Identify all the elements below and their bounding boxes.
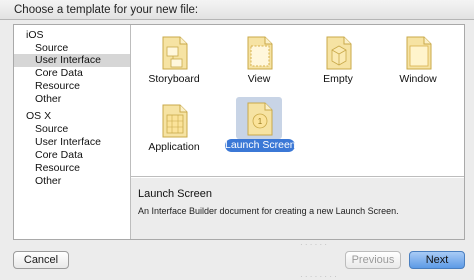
previous-button[interactable]: Previous	[345, 251, 401, 269]
template-empty[interactable]: Empty	[302, 31, 374, 93]
svg-text:1: 1	[258, 117, 263, 126]
background-ghost-text: · · · · · · · ·	[300, 272, 337, 280]
sidebar-item-ios-user-interface[interactable]: User Interface	[14, 54, 130, 67]
cancel-button-label: Cancel	[23, 254, 59, 266]
dialog-header: Choose a template for your new file:	[0, 0, 474, 20]
template-application[interactable]: Application	[138, 99, 210, 161]
template-label: Empty	[323, 73, 353, 85]
next-button[interactable]: Next	[409, 251, 465, 269]
window-file-icon	[406, 36, 432, 70]
template-label: Storyboard	[148, 73, 200, 85]
sidebar-item-osx-source[interactable]: Source	[14, 123, 130, 136]
sidebar-item-label: Other	[35, 175, 62, 187]
sidebar-item-osx-resource[interactable]: Resource	[14, 162, 130, 175]
previous-button-label: Previous	[351, 254, 395, 266]
cancel-button[interactable]: Cancel	[13, 251, 69, 269]
sidebar-item-osx-user-interface[interactable]: User Interface	[14, 136, 130, 149]
template-label: Application	[148, 141, 200, 153]
platform-sidebar: iOS Source User Interface Core Data Reso…	[14, 25, 131, 239]
sidebar-item-ios[interactable]: iOS	[14, 29, 130, 42]
launch-screen-file-icon: 1	[247, 102, 273, 136]
template-label: Launch Screen	[225, 139, 296, 152]
template-view[interactable]: View	[223, 31, 295, 93]
sidebar-item-ios-other[interactable]: Other	[14, 93, 130, 106]
template-description: Launch Screen An Interface Builder docum…	[131, 178, 464, 239]
sidebar-item-label: iOS	[26, 29, 44, 41]
sidebar-item-label: User Interface	[35, 54, 101, 66]
sidebar-item-label: User Interface	[35, 136, 101, 148]
sidebar-item-osx[interactable]: OS X	[14, 110, 130, 123]
background-ghost-text: · · · · · ·	[300, 240, 328, 249]
description-title: Launch Screen	[138, 188, 212, 200]
description-text: An Interface Builder document for creati…	[138, 206, 399, 216]
sidebar-item-label: OS X	[26, 110, 52, 122]
sidebar-item-label: Resource	[35, 162, 80, 174]
template-grid: Storyboard View Empty Window Application…	[131, 25, 464, 177]
sidebar-item-label: Core Data	[35, 149, 83, 161]
template-storyboard[interactable]: Storyboard	[138, 31, 210, 93]
template-window[interactable]: Window	[382, 31, 454, 93]
sidebar-item-label: Other	[35, 93, 62, 105]
template-label: Window	[399, 73, 437, 85]
sidebar-item-ios-resource[interactable]: Resource	[14, 80, 130, 93]
template-chooser-panel: iOS Source User Interface Core Data Reso…	[13, 24, 465, 240]
storyboard-file-icon	[162, 36, 188, 70]
empty-file-icon	[326, 36, 352, 70]
sidebar-item-label: Core Data	[35, 67, 83, 79]
sidebar-item-ios-core-data[interactable]: Core Data	[14, 67, 130, 80]
template-launch-screen[interactable]: 1 Launch Screen	[223, 97, 296, 159]
sidebar-item-label: Resource	[35, 80, 80, 92]
dialog-title: Choose a template for your new file:	[14, 4, 199, 16]
application-file-icon	[162, 104, 188, 138]
sidebar-item-label: Source	[35, 42, 69, 54]
view-file-icon	[247, 36, 273, 70]
sidebar-item-label: Source	[35, 123, 69, 135]
next-button-label: Next	[425, 254, 449, 266]
sidebar-item-osx-other[interactable]: Other	[14, 175, 130, 188]
sidebar-item-osx-core-data[interactable]: Core Data	[14, 149, 130, 162]
template-label: View	[247, 73, 271, 85]
